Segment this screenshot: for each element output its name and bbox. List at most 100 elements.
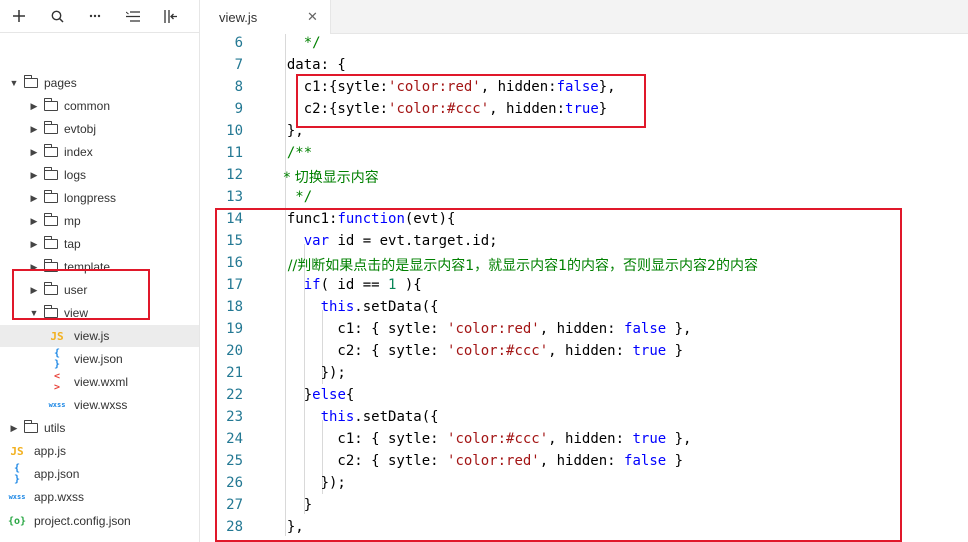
cfg-file-icon: {o} xyxy=(8,515,27,527)
chevron-right-icon[interactable]: ▶ xyxy=(28,239,40,250)
code-line: c1: { sytle: 'color:#ccc', hidden: true … xyxy=(270,431,692,447)
code-editor[interactable]: 6 */ 7 data: {8 c1:{sytle:'color:red', hi… xyxy=(200,34,968,542)
folder-icon xyxy=(43,167,58,180)
tree-item-label: index xyxy=(64,145,93,159)
tree-folder[interactable]: ▶ common xyxy=(0,95,199,117)
line-number: 7 xyxy=(234,57,243,73)
code-line: func1:function(evt){ xyxy=(270,211,456,227)
code-line: }); xyxy=(270,475,346,491)
tree-folder[interactable]: ▶ mp xyxy=(0,210,199,232)
tree-file[interactable]: wxss app.wxss xyxy=(0,486,199,508)
line-number: 13 xyxy=(226,189,243,205)
folder-icon xyxy=(43,213,58,226)
tree-folder[interactable]: ▶ utils xyxy=(0,417,199,439)
plus-icon[interactable] xyxy=(0,0,38,32)
explorer-toolbar xyxy=(0,0,199,33)
line-number: 18 xyxy=(226,299,243,315)
line-number: 12 xyxy=(226,167,243,183)
search-icon[interactable] xyxy=(38,0,76,32)
chevron-right-icon[interactable]: ▶ xyxy=(28,216,40,227)
line-number: 17 xyxy=(226,277,243,293)
tree-folder[interactable]: ▶ logs xyxy=(0,164,199,186)
folder-icon xyxy=(43,236,58,249)
tree-file[interactable]: JS app.js xyxy=(0,440,199,462)
chevron-right-icon[interactable]: ▶ xyxy=(28,193,40,204)
line-number: 23 xyxy=(226,409,243,425)
code-line: c1: { sytle: 'color:red', hidden: false … xyxy=(270,321,692,337)
folder-icon xyxy=(43,98,58,111)
more-icon[interactable] xyxy=(76,0,114,32)
close-icon[interactable]: ✕ xyxy=(307,9,318,25)
code-line: this.setData({ xyxy=(320,409,439,425)
folder-open-icon xyxy=(23,75,38,88)
code-line: c2:{sytle:'color:#ccc', hidden:true} xyxy=(270,101,608,117)
code-line: this.setData({ xyxy=(320,299,439,315)
code-line: var id = evt.target.id; xyxy=(303,233,498,249)
tab-label: view.js xyxy=(219,9,258,25)
line-number: 15 xyxy=(226,233,243,249)
tree-file[interactable]: {o} project.config.json xyxy=(0,510,199,532)
code-line: if( id == 1 ){ xyxy=(303,277,422,293)
tree-file[interactable]: JS view.js xyxy=(0,325,199,347)
tree-item-label: pages xyxy=(44,76,77,90)
line-number: 26 xyxy=(226,475,243,491)
highlight-box-view-folder xyxy=(12,269,150,320)
code-line: */ xyxy=(270,35,321,51)
tree-item-label: tap xyxy=(64,237,81,251)
tree-item-label: view.wxss xyxy=(74,398,128,412)
code-line: c2: { sytle: 'color:#ccc', hidden: true … xyxy=(270,343,684,359)
file-explorer: ▼ pages ▶ common ▶ evtobj ▶ index ▶ logs ▶ longpres… xyxy=(0,0,200,542)
line-number: 8 xyxy=(234,79,243,95)
folder-icon xyxy=(43,121,58,134)
chevron-down-icon[interactable]: ▼ xyxy=(8,78,20,88)
code-line: } xyxy=(270,497,313,513)
folder-icon xyxy=(23,420,38,433)
chevron-right-icon[interactable]: ▶ xyxy=(28,147,40,158)
tree-item-label: mp xyxy=(64,214,81,228)
tree-item-label: view.js xyxy=(74,329,110,343)
tree-file[interactable]: { } app.json xyxy=(0,463,199,485)
tree-file[interactable]: wxss view.wxss xyxy=(0,394,199,416)
wxss-file-icon: wxss xyxy=(8,493,26,501)
json-file-icon: { } xyxy=(53,348,61,370)
line-number: 27 xyxy=(226,497,243,513)
folder-icon xyxy=(43,190,58,203)
line-number: 9 xyxy=(234,101,243,117)
tree-folder[interactable]: ▶ tap xyxy=(0,233,199,255)
collapse-icon[interactable] xyxy=(114,0,152,32)
chevron-right-icon[interactable]: ▶ xyxy=(8,423,20,434)
json-file-icon: { } xyxy=(13,463,21,485)
tree-file[interactable]: < > view.wxml xyxy=(0,371,199,393)
tree-folder[interactable]: ▼ pages xyxy=(0,72,199,94)
line-number: 21 xyxy=(226,365,243,381)
line-number: 20 xyxy=(226,343,243,359)
tree-item-label: view.json xyxy=(74,352,123,366)
tab-view-js[interactable]: view.js ✕ xyxy=(200,0,331,34)
line-number: 24 xyxy=(226,431,243,447)
tree-item-label: app.js xyxy=(34,444,67,458)
code-line: }else{ xyxy=(270,387,355,403)
code-line: }, xyxy=(270,519,304,535)
split-icon[interactable] xyxy=(152,0,190,32)
tree-folder[interactable]: ▶ evtobj xyxy=(0,118,199,140)
code-line: c1:{sytle:'color:red', hidden:false}, xyxy=(270,79,616,95)
line-number: 28 xyxy=(226,519,243,535)
tree-item-label: longpress xyxy=(64,191,117,205)
line-number: 10 xyxy=(226,123,243,139)
line-number: 14 xyxy=(226,211,243,227)
line-number: 6 xyxy=(234,35,243,51)
wxss-file-icon: wxss xyxy=(48,401,66,409)
tree-folder[interactable]: ▶ index xyxy=(0,141,199,163)
code-line: //判断如果点击的是显示内容1，就显示内容1的内容，否则显示内容2的内容 xyxy=(270,258,758,274)
tree-folder[interactable]: ▶ longpress xyxy=(0,187,199,209)
chevron-right-icon[interactable]: ▶ xyxy=(28,101,40,112)
line-number: 11 xyxy=(226,145,243,161)
chevron-right-icon[interactable]: ▶ xyxy=(28,124,40,135)
js-file-icon: JS xyxy=(10,444,24,458)
tree-item-label: project.config.json xyxy=(34,514,131,528)
line-number: 22 xyxy=(226,387,243,403)
chevron-right-icon[interactable]: ▶ xyxy=(28,170,40,181)
tree-file[interactable]: { } view.json xyxy=(0,348,199,370)
tree-item-label: logs xyxy=(64,168,87,182)
line-number: 25 xyxy=(226,453,243,469)
